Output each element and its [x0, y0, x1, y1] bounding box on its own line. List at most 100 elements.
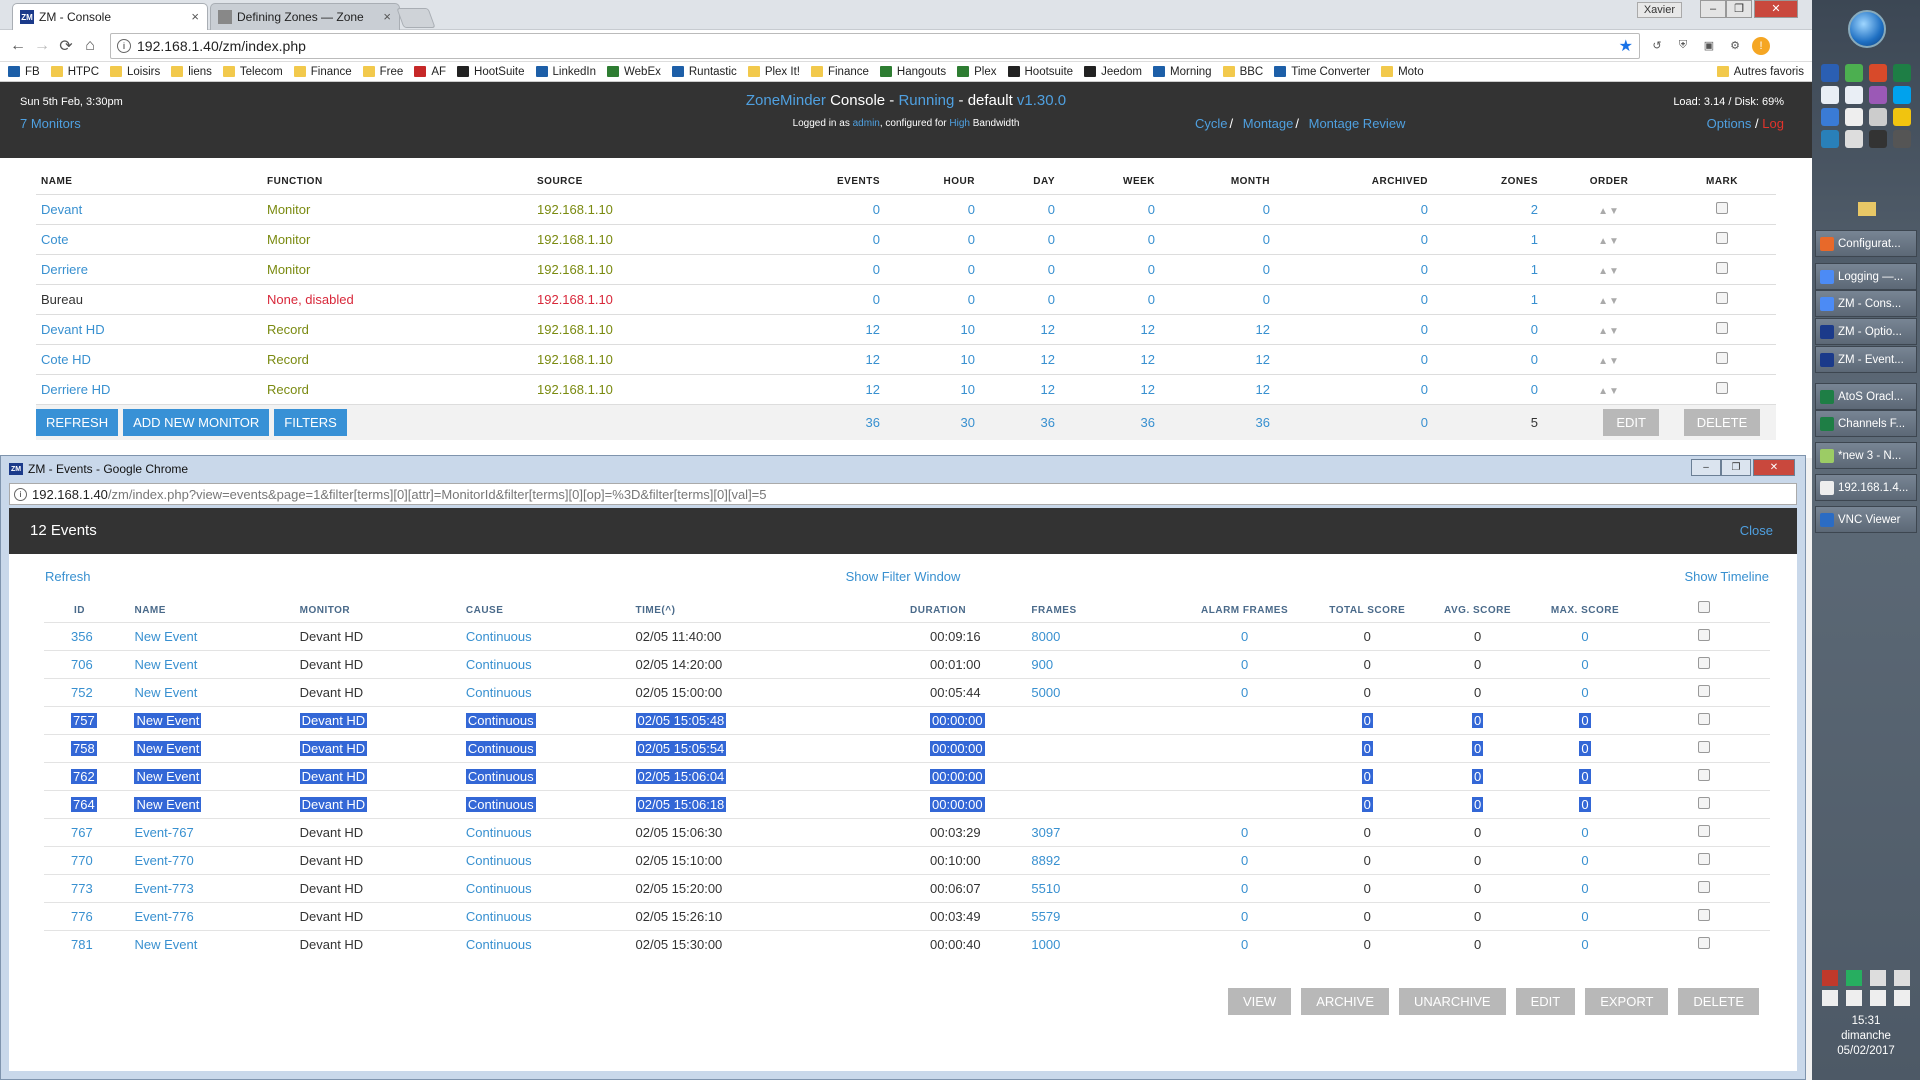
event-max[interactable]: 0: [1581, 937, 1588, 952]
event-row[interactable]: 764 New Event Devant HD Continuous 02/05 15:…: [44, 789, 1770, 818]
monitor-day[interactable]: 0: [987, 193, 1067, 224]
event-cause[interactable]: Continuous: [466, 937, 532, 952]
monitor-events[interactable]: 0: [782, 193, 892, 224]
taskbar-item[interactable]: ZM - Cons...: [1815, 290, 1917, 317]
monitor-hour[interactable]: 0: [892, 193, 987, 224]
refresh-button[interactable]: REFRESH: [36, 408, 119, 436]
bookmark-item[interactable]: Morning: [1153, 66, 1212, 78]
tool-icon[interactable]: [1845, 130, 1863, 148]
event-alarm[interactable]: 0: [1241, 629, 1248, 644]
event-checkbox[interactable]: [1698, 936, 1711, 949]
event-name[interactable]: Event-773: [134, 881, 193, 896]
event-cause[interactable]: Continuous: [466, 685, 532, 700]
order-arrows-icon[interactable]: ▲▼: [1598, 206, 1620, 217]
event-checkbox[interactable]: [1698, 908, 1711, 921]
event-archive-button[interactable]: ARCHIVE: [1301, 988, 1389, 1015]
taskbar-item[interactable]: AtoS Oracl...: [1815, 383, 1917, 410]
select-all-checkbox[interactable]: [1698, 600, 1711, 613]
monitor-function[interactable]: Monitor: [262, 193, 532, 224]
event-edit-button[interactable]: EDIT: [1515, 988, 1576, 1015]
power-icon[interactable]: [1846, 990, 1862, 1006]
bookmark-item[interactable]: WebEx: [607, 66, 661, 78]
monitor-archived[interactable]: 0: [1282, 223, 1440, 254]
monitor-week[interactable]: 0: [1067, 193, 1167, 224]
monitor-zones[interactable]: 2: [1440, 193, 1550, 224]
event-max[interactable]: 0: [1579, 768, 1591, 784]
alert-icon[interactable]: !: [1752, 36, 1770, 55]
monitor-week[interactable]: 12: [1067, 343, 1167, 374]
event-frames[interactable]: 3097: [1031, 825, 1060, 840]
event-max[interactable]: 0: [1581, 909, 1588, 924]
shield-icon[interactable]: ⛨: [1674, 37, 1692, 55]
monitor-name[interactable]: Cote: [36, 223, 262, 254]
monitor-function[interactable]: None, disabled: [262, 283, 532, 314]
monitor-source[interactable]: 192.168.1.10: [532, 373, 782, 404]
mark-checkbox[interactable]: [1716, 321, 1728, 334]
tab-close-icon[interactable]: ×: [191, 9, 199, 24]
monitor-events[interactable]: 0: [782, 223, 892, 254]
info-icon[interactable]: i: [14, 487, 27, 501]
column-header[interactable]: MARK: [1663, 170, 1776, 194]
event-max[interactable]: 0: [1581, 657, 1588, 672]
show-timeline-link[interactable]: Show Timeline: [1684, 569, 1769, 584]
mark-checkbox[interactable]: [1716, 201, 1728, 214]
tray-app-icon[interactable]: [1846, 970, 1862, 986]
mark-checkbox[interactable]: [1716, 231, 1728, 244]
system-clock[interactable]: 15:31 dimanche 05/02/2017: [1812, 1014, 1920, 1059]
monitor-week[interactable]: 0: [1067, 253, 1167, 284]
firefox-icon[interactable]: [1821, 86, 1839, 104]
monitor-day[interactable]: 0: [987, 283, 1067, 314]
run-state-link[interactable]: Running: [898, 92, 954, 109]
event-frames[interactable]: 900: [1031, 657, 1053, 672]
cycle-link[interactable]: Cycle: [1195, 116, 1228, 131]
event-cause[interactable]: Continuous: [465, 796, 536, 812]
tab-defining-zones[interactable]: Defining Zones — Zone ×: [210, 3, 400, 30]
excel-icon[interactable]: [1893, 64, 1911, 82]
close-window-button[interactable]: ✕: [1754, 0, 1798, 18]
back-icon[interactable]: ←: [6, 34, 30, 58]
column-header[interactable]: SOURCE: [532, 170, 782, 194]
mark-checkbox[interactable]: [1716, 381, 1728, 394]
taskbar-item[interactable]: Channels F...: [1815, 410, 1917, 437]
event-checkbox[interactable]: [1698, 768, 1711, 781]
monitor-hour[interactable]: 10: [892, 343, 987, 374]
event-max[interactable]: 0: [1579, 796, 1591, 812]
total-month[interactable]: 36: [1167, 403, 1282, 440]
events-close-link[interactable]: Close: [1740, 523, 1773, 538]
event-max[interactable]: 0: [1581, 825, 1588, 840]
event-name[interactable]: New Event: [134, 685, 197, 700]
event-max[interactable]: 0: [1579, 712, 1591, 728]
dropbox-icon[interactable]: [1821, 108, 1839, 126]
event-max[interactable]: 0: [1579, 740, 1591, 756]
calculator-icon[interactable]: [1845, 108, 1863, 126]
event-row[interactable]: 773 Event-773 Devant HD Continuous 02/05 15:…: [44, 873, 1770, 902]
monitor-source[interactable]: 192.168.1.10: [532, 193, 782, 224]
monitor-month[interactable]: 0: [1167, 193, 1282, 224]
event-frames[interactable]: 8000: [1031, 629, 1060, 644]
bookmark-item[interactable]: Free: [362, 66, 403, 78]
reload-icon[interactable]: ⟳: [54, 34, 78, 58]
popup-close-button[interactable]: ✕: [1753, 459, 1795, 476]
total-events[interactable]: 36: [782, 403, 892, 440]
event-checkbox[interactable]: [1698, 684, 1711, 697]
column-header[interactable]: MONTH: [1167, 170, 1282, 194]
taskbar-item[interactable]: Logging —...: [1815, 263, 1917, 290]
event-id[interactable]: 706: [71, 657, 93, 672]
event-name[interactable]: Event-770: [134, 853, 193, 868]
column-header[interactable]: EVENTS: [782, 170, 892, 194]
monitor-zones[interactable]: 0: [1440, 373, 1550, 404]
monitor-week[interactable]: 12: [1067, 373, 1167, 404]
event-id[interactable]: 776: [71, 909, 93, 924]
event-id[interactable]: 773: [71, 881, 93, 896]
monitor-archived[interactable]: 0: [1282, 343, 1440, 374]
monitor-source[interactable]: 192.168.1.10: [532, 253, 782, 284]
monitor-archived[interactable]: 0: [1282, 283, 1440, 314]
event-unarchive-button[interactable]: UNARCHIVE: [1399, 988, 1506, 1015]
popup-maximize-button[interactable]: ❐: [1721, 459, 1751, 476]
bookmark-other[interactable]: Autres favoris: [1716, 66, 1804, 78]
app-icon[interactable]: [1869, 86, 1887, 104]
event-checkbox[interactable]: [1698, 656, 1711, 669]
column-header[interactable]: DAY: [987, 170, 1067, 194]
taskbar-item[interactable]: 192.168.1.4...: [1815, 474, 1917, 501]
event-checkbox[interactable]: [1698, 880, 1711, 893]
